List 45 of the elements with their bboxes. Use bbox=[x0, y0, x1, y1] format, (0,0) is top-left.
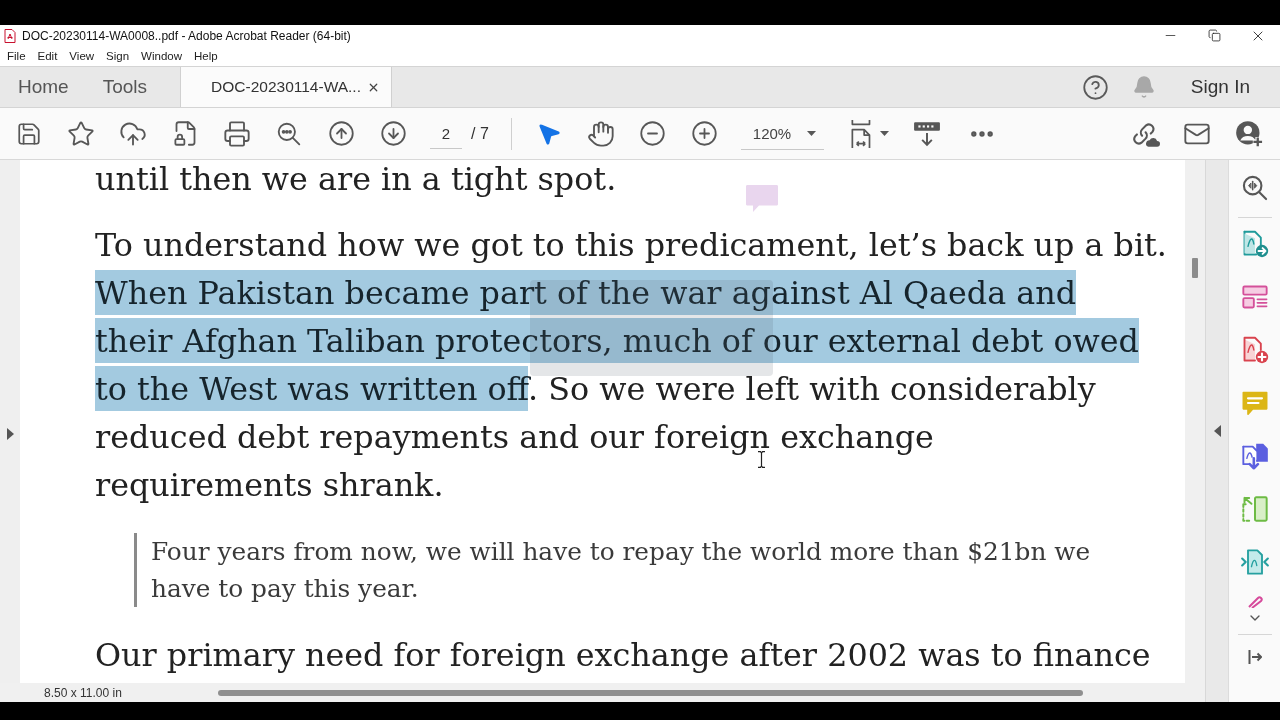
tab[interactable]: Home bbox=[0, 67, 86, 107]
caret-icon[interactable] bbox=[879, 131, 889, 136]
menu-item[interactable]: File bbox=[1, 50, 32, 62]
save-icon[interactable] bbox=[16, 120, 42, 147]
body-paragraph: To understand how we got to this predicament, let’s back up a bit. When Pakistan became part of the war against Al Qaeda and their Afghan Taliban protectors, much of our external debt owed to the West was written off. So we were left with considerably reduced debt repayments and our foreign exchange requirements shrank. bbox=[95, 225, 1168, 505]
restore-icon[interactable] bbox=[1207, 29, 1221, 42]
page-number-field[interactable]: 2 bbox=[430, 118, 462, 149]
horizontal-scrollbar-thumb[interactable] bbox=[218, 689, 1083, 696]
menu-item[interactable]: Edit bbox=[31, 50, 64, 62]
help-icon[interactable] bbox=[1081, 73, 1109, 101]
document-arrows-icon[interactable] bbox=[1240, 548, 1269, 576]
hand-icon[interactable] bbox=[586, 119, 615, 148]
zoom-out-icon[interactable] bbox=[639, 120, 667, 147]
tab[interactable]: DOC-20230114-WA... bbox=[180, 67, 393, 107]
tab[interactable]: Tools bbox=[85, 67, 165, 107]
pdf-file-icon bbox=[4, 28, 16, 43]
body-paragraph: Our primary need for foreign exchange after 2002 was to finance bbox=[95, 635, 1152, 675]
collapse-arrow-icon[interactable] bbox=[1213, 425, 1221, 437]
page-size-label: 8.50 x 11.00 in bbox=[44, 685, 122, 700]
menu-item[interactable]: Help bbox=[188, 50, 224, 62]
pen-icon[interactable] bbox=[1246, 596, 1263, 608]
layout-blocks-icon[interactable] bbox=[1240, 283, 1269, 311]
caret-icon[interactable] bbox=[806, 130, 816, 136]
star-icon[interactable] bbox=[67, 119, 95, 148]
zoom-in-icon[interactable] bbox=[691, 120, 719, 147]
arrow-up-icon[interactable] bbox=[327, 120, 355, 147]
body-paragraph: until then we are in a tight spot. bbox=[95, 160, 618, 198]
page-count-label: / 7 bbox=[471, 124, 489, 143]
user-add-icon[interactable] bbox=[1235, 119, 1263, 148]
menu-item[interactable]: Sign bbox=[100, 50, 136, 62]
arrow-bar-icon[interactable] bbox=[1247, 649, 1262, 665]
sign-in-button[interactable]: Sign In bbox=[1190, 76, 1250, 98]
arrow-down-icon[interactable] bbox=[379, 120, 407, 147]
menu-item[interactable]: Window bbox=[135, 50, 188, 62]
search-icon[interactable] bbox=[276, 120, 302, 147]
zoom-level-field[interactable]: 120% bbox=[740, 117, 824, 150]
printer-icon[interactable] bbox=[223, 119, 251, 148]
expand-arrow-icon[interactable] bbox=[6, 427, 14, 440]
menu-item[interactable]: View bbox=[63, 50, 101, 62]
pull-quote: Four years from now, we will have to repay the world more than $21bn we have to pay this year. bbox=[134, 533, 1091, 607]
search-icon[interactable] bbox=[1240, 174, 1269, 202]
window-title: DOC-20230114-WA0008..pdf - Adobe Acrobat Reader (64-bit) bbox=[22, 28, 351, 43]
keyboard-arrow-icon[interactable] bbox=[912, 120, 941, 147]
documents-download-icon[interactable] bbox=[1240, 442, 1269, 470]
vertical-scrollbar-thumb[interactable] bbox=[1192, 258, 1198, 278]
